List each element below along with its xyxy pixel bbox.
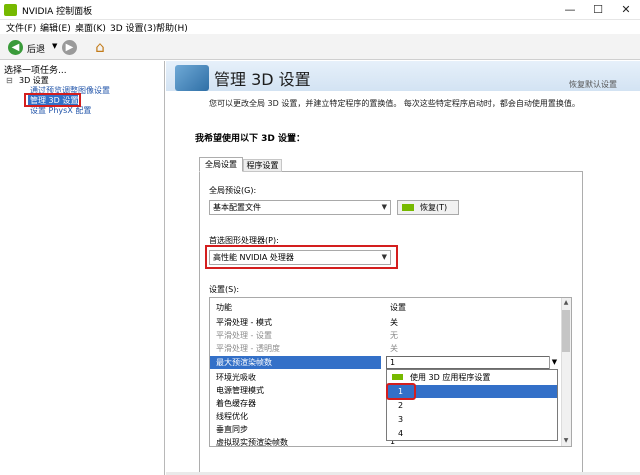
table-row-label-selected[interactable]: 最大预渲染帧数	[216, 357, 272, 368]
back-button[interactable]: 后退	[27, 42, 45, 55]
menu-file[interactable]: 文件(F)	[6, 21, 36, 34]
tree-collapse-icon[interactable]: ⊟	[6, 76, 13, 85]
page-description: 您可以更改全局 3D 设置，并建立特定程序的置换值。 每次这些特定程序启动时，都…	[209, 99, 580, 108]
tab-global-settings[interactable]: 全局设置	[199, 157, 243, 172]
table-row-value[interactable]: 关	[390, 343, 398, 354]
table-row-label[interactable]: 虚拟现实预渲染帧数	[216, 437, 288, 448]
nvidia-eye-icon	[402, 204, 414, 211]
table-row-value[interactable]: 无	[390, 330, 398, 341]
menu-3d-settings[interactable]: 3D 设置(3)	[110, 21, 156, 34]
table-row-value[interactable]: 关	[390, 317, 398, 328]
arrow-left-icon[interactable]: ◀	[8, 40, 23, 55]
chevron-down-icon[interactable]: ▼	[549, 356, 559, 369]
menu-help[interactable]: 帮助(H)	[156, 21, 188, 34]
scroll-down-icon[interactable]: ▼	[561, 436, 571, 446]
red-annotation-box	[386, 383, 416, 400]
table-row-label[interactable]: 平滑处理 - 设置	[216, 330, 272, 341]
global-preset-value: 基本配置文件	[213, 203, 261, 212]
window-title: NVIDIA 控制面板	[22, 7, 93, 17]
red-annotation-box	[205, 245, 398, 269]
dropdown-option-2[interactable]: 2	[388, 399, 556, 412]
global-preset-label: 全局预设(G):	[209, 186, 257, 195]
menu-edit[interactable]: 编辑(E)	[40, 21, 71, 34]
section-title: 我希望使用以下 3D 设置：	[195, 134, 306, 144]
chevron-down-icon[interactable]: ▼	[52, 42, 57, 50]
dropdown-option-3[interactable]: 3	[388, 413, 556, 426]
close-button[interactable]: ✕	[612, 2, 640, 18]
restore-button-label: 恢复(T)	[420, 203, 448, 212]
scroll-up-icon[interactable]: ▲	[561, 298, 571, 308]
table-row-label[interactable]: 着色缓存器	[216, 398, 256, 409]
table-row-label[interactable]: 平滑处理 - 模式	[216, 317, 272, 328]
tab-program-settings[interactable]: 程序设置	[243, 159, 282, 172]
maximize-button[interactable]: ☐	[584, 2, 612, 18]
arrow-right-icon[interactable]: ▶	[62, 40, 77, 55]
table-row-label[interactable]: 平滑处理 - 透明度	[216, 343, 280, 354]
table-row-label[interactable]: 垂直同步	[216, 424, 248, 435]
home-icon[interactable]: ⌂	[90, 37, 110, 57]
3d-settings-icon	[175, 65, 209, 91]
restore-defaults-link[interactable]: 恢复默认设置	[569, 79, 617, 90]
page-title: 管理 3D 设置	[214, 70, 311, 89]
chevron-down-icon: ▼	[381, 203, 387, 211]
global-preset-select[interactable]: 基本配置文件 ▼	[209, 200, 391, 215]
max-prerendered-frames-value: 1	[390, 358, 396, 367]
table-row-label[interactable]: 电源管理模式	[216, 385, 264, 396]
minimize-button[interactable]: —	[556, 2, 584, 18]
table-row-label[interactable]: 线程优化	[216, 411, 248, 422]
red-annotation-box	[24, 93, 81, 107]
column-header-feature: 功能	[216, 303, 232, 312]
column-header-setting: 设置	[390, 303, 406, 312]
table-row-label[interactable]: 环境光吸收	[216, 372, 256, 383]
title-bar	[0, 0, 640, 20]
restore-button[interactable]: 恢复(T)	[397, 200, 459, 215]
settings-label: 设置(S):	[209, 285, 240, 294]
menu-desktop[interactable]: 桌面(K)	[75, 21, 106, 34]
dropdown-option-4[interactable]: 4	[388, 427, 556, 440]
max-prerendered-frames-select[interactable]: 1	[386, 356, 558, 369]
scroll-thumb[interactable]	[562, 310, 570, 352]
nvidia-logo-icon	[4, 4, 17, 16]
task-tree-panel	[0, 61, 165, 475]
